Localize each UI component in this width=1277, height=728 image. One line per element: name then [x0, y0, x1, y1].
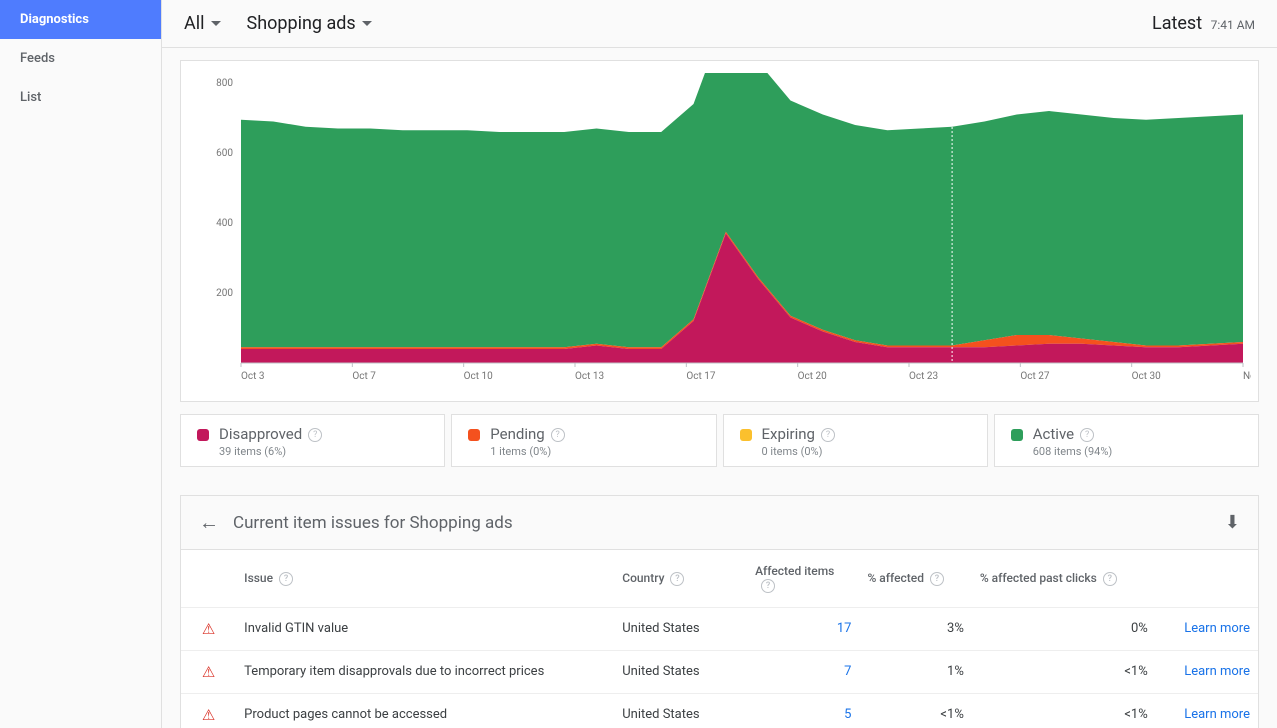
- topbar: All Shopping ads Latest 7:41 AM: [162, 0, 1277, 48]
- svg-text:400: 400: [216, 218, 233, 229]
- help-icon[interactable]: ?: [551, 428, 565, 442]
- main-content: All Shopping ads Latest 7:41 AM 200 400 60…: [162, 0, 1277, 728]
- svg-text:800: 800: [216, 78, 233, 89]
- issues-card: ← Current item issues for Shopping ads ⬇…: [180, 495, 1259, 728]
- legend-name: Disapproved?: [219, 425, 322, 443]
- svg-text:Nov 2: Nov 2: [1243, 371, 1251, 382]
- help-icon[interactable]: ?: [761, 579, 775, 593]
- help-icon[interactable]: ?: [308, 428, 322, 442]
- col-pct: % affected?: [859, 550, 971, 607]
- learn-more-link[interactable]: Learn more: [1184, 664, 1250, 679]
- country-cell: United States: [614, 650, 747, 693]
- col-issue: Issue?: [236, 550, 614, 607]
- warning-icon: ⚠: [202, 706, 215, 724]
- filter-all[interactable]: All: [184, 13, 221, 34]
- svg-text:Oct 13: Oct 13: [575, 371, 604, 382]
- country-cell: United States: [614, 607, 747, 650]
- back-arrow-icon[interactable]: ←: [199, 510, 219, 535]
- pct-past-cell: 0%: [972, 607, 1156, 650]
- issue-cell: Product pages cannot be accessed: [236, 693, 614, 728]
- legend-swatch: [1011, 429, 1023, 441]
- help-icon[interactable]: ?: [279, 572, 293, 586]
- legend-sub: 39 items (6%): [219, 445, 322, 458]
- warning-icon: ⚠: [202, 663, 215, 681]
- sidebar: DiagnosticsFeedsList: [0, 0, 162, 728]
- svg-text:Oct 30: Oct 30: [1132, 371, 1161, 382]
- stacked-area-chart: 200 400 600 800 Oct 3 Oct 7 Oct 10 Oct 13 Oct 17…: [193, 73, 1251, 393]
- col-country: Country?: [614, 550, 747, 607]
- pct-past-cell: <1%: [972, 650, 1156, 693]
- legend-swatch: [468, 429, 480, 441]
- issue-cell: Invalid GTIN value: [236, 607, 614, 650]
- svg-text:Oct 23: Oct 23: [909, 371, 938, 382]
- svg-text:600: 600: [216, 148, 233, 159]
- help-icon[interactable]: ?: [821, 428, 835, 442]
- learn-more-link[interactable]: Learn more: [1184, 621, 1250, 636]
- warning-icon: ⚠: [202, 620, 215, 638]
- svg-text:Oct 10: Oct 10: [464, 371, 493, 382]
- issue-cell: Temporary item disapprovals due to incor…: [236, 650, 614, 693]
- svg-text:Oct 20: Oct 20: [798, 371, 827, 382]
- legend-sub: 608 items (94%): [1033, 445, 1112, 458]
- legend-name: Expiring?: [762, 425, 835, 443]
- legend-name: Active?: [1033, 425, 1112, 443]
- table-row: ⚠ Temporary item disapprovals due to inc…: [181, 650, 1258, 693]
- download-icon[interactable]: ⬇: [1225, 512, 1240, 533]
- sidebar-item-list[interactable]: List: [0, 78, 161, 117]
- chevron-down-icon: [362, 21, 372, 27]
- affected-link[interactable]: 17: [837, 621, 852, 636]
- legend-sub: 1 items (0%): [490, 445, 564, 458]
- chevron-down-icon: [211, 21, 221, 27]
- svg-text:200: 200: [216, 288, 233, 299]
- svg-text:Oct 17: Oct 17: [686, 371, 715, 382]
- svg-text:Oct 7: Oct 7: [352, 371, 376, 382]
- legend-card-expiring[interactable]: Expiring? 0 items (0%): [723, 414, 988, 467]
- sidebar-item-diagnostics[interactable]: Diagnostics: [0, 0, 161, 39]
- country-cell: United States: [614, 693, 747, 728]
- pct-past-cell: <1%: [972, 693, 1156, 728]
- legend-swatch: [197, 429, 209, 441]
- col-pct-past: % affected past clicks?: [972, 550, 1156, 607]
- legend-card-pending[interactable]: Pending? 1 items (0%): [451, 414, 716, 467]
- col-affected: Affected items?: [747, 550, 859, 607]
- sidebar-item-feeds[interactable]: Feeds: [0, 39, 161, 78]
- chart-card: 200 400 600 800 Oct 3 Oct 7 Oct 10 Oct 13 Oct 17…: [180, 60, 1259, 402]
- help-icon[interactable]: ?: [1103, 572, 1117, 586]
- help-icon[interactable]: ?: [930, 572, 944, 586]
- legend-card-active[interactable]: Active? 608 items (94%): [994, 414, 1259, 467]
- legend-swatch: [740, 429, 752, 441]
- help-icon[interactable]: ?: [1080, 428, 1094, 442]
- help-icon[interactable]: ?: [670, 572, 684, 586]
- svg-text:Oct 27: Oct 27: [1020, 371, 1049, 382]
- table-row: ⚠ Product pages cannot be accessed Unite…: [181, 693, 1258, 728]
- table-row: ⚠ Invalid GTIN value United States 17 3%…: [181, 607, 1258, 650]
- issues-title: Current item issues for Shopping ads: [233, 513, 513, 533]
- pct-cell: <1%: [859, 693, 971, 728]
- legend-sub: 0 items (0%): [762, 445, 835, 458]
- pct-cell: 3%: [859, 607, 971, 650]
- filter-shopping-ads[interactable]: Shopping ads: [247, 13, 372, 34]
- legend-name: Pending?: [490, 425, 564, 443]
- legend-row: Disapproved? 39 items (6%) Pending? 1 it…: [180, 414, 1259, 467]
- svg-text:Oct 3: Oct 3: [241, 371, 265, 382]
- legend-card-disapproved[interactable]: Disapproved? 39 items (6%): [180, 414, 445, 467]
- pct-cell: 1%: [859, 650, 971, 693]
- learn-more-link[interactable]: Learn more: [1184, 707, 1250, 722]
- affected-link[interactable]: 7: [844, 664, 851, 679]
- affected-link[interactable]: 5: [844, 707, 851, 722]
- latest-timestamp: Latest 7:41 AM: [1152, 13, 1255, 34]
- issues-table: Issue? Country? Affected items? % affect…: [181, 550, 1258, 728]
